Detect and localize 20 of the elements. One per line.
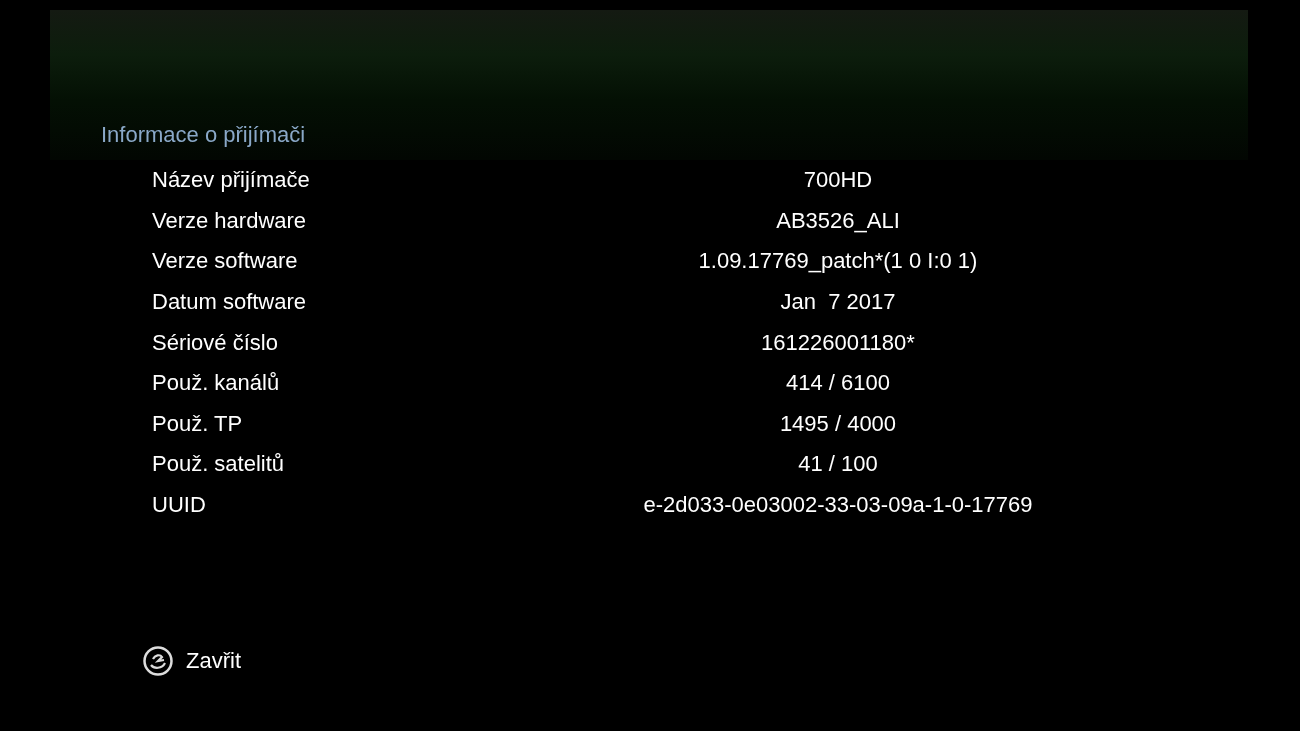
info-value: 1495 / 4000	[778, 410, 898, 437]
info-label: Verze software	[152, 248, 299, 275]
screen-title: Informace o přijímači	[101, 122, 306, 148]
info-label: Sériové číslo	[152, 329, 279, 356]
close-label: Zavřit	[186, 648, 241, 675]
info-value: 1.09.17769_patch*(1 0 I:0 1)	[697, 248, 979, 275]
info-value: 700HD	[802, 167, 874, 194]
info-value: e-2d033-0e03002-33-03-09a-1-0-17769	[642, 492, 1034, 519]
info-label: Použ. satelitů	[152, 451, 286, 478]
info-label: Použ. TP	[152, 410, 244, 437]
info-label: Název přijímače	[152, 167, 311, 194]
info-label: UUID	[152, 492, 207, 519]
info-value: AB3526_ALI	[775, 207, 901, 234]
info-value: Jan 7 2017	[779, 289, 897, 316]
info-label: Verze hardware	[152, 207, 308, 234]
info-label: Datum software	[152, 289, 308, 316]
info-value: 161226001180*	[760, 329, 916, 356]
info-value: 41 / 100	[797, 451, 879, 478]
info-value: 414 / 6100	[785, 370, 891, 397]
info-label: Použ. kanálů	[152, 370, 281, 397]
